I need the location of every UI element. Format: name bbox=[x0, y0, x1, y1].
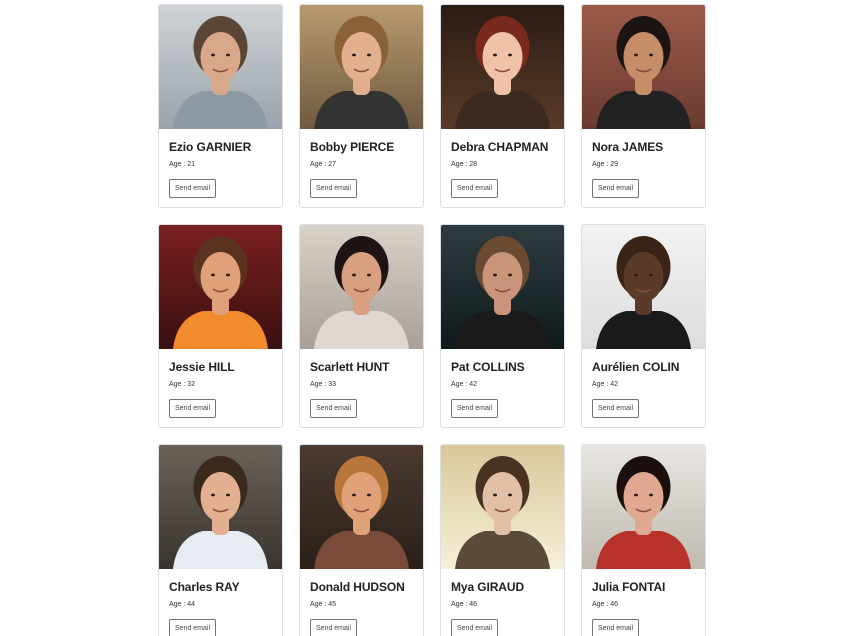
profile-photo bbox=[300, 445, 423, 569]
profile-photo-image bbox=[582, 225, 705, 349]
profile-age: Age : 44 bbox=[169, 601, 196, 608]
profile-photo bbox=[300, 225, 423, 349]
profile-name: Jessie HILL bbox=[169, 360, 235, 374]
profile-photo bbox=[159, 225, 282, 349]
profile-photo-image bbox=[582, 445, 705, 569]
profile-name: Donald HUDSON bbox=[310, 580, 405, 594]
profile-photo-image bbox=[441, 5, 564, 129]
profile-photo-image bbox=[300, 5, 423, 129]
profile-photo-image bbox=[159, 225, 282, 349]
send-email-button[interactable]: Send email bbox=[592, 179, 640, 198]
profile-card: Ezio GARNIER Age : 21 Send email bbox=[158, 4, 283, 208]
profile-photo bbox=[441, 5, 564, 129]
send-email-button[interactable]: Send email bbox=[310, 399, 358, 418]
profile-card: Pat COLLINS Age : 42 Send email bbox=[440, 224, 565, 428]
send-email-button[interactable]: Send email bbox=[169, 179, 217, 198]
profile-photo bbox=[582, 225, 705, 349]
profile-card: Donald HUDSON Age : 45 Send email bbox=[299, 444, 424, 636]
profile-card: Aurélien COLIN Age : 42 Send email bbox=[581, 224, 706, 428]
profile-name: Scarlett HUNT bbox=[310, 360, 390, 374]
profile-name: Nora JAMES bbox=[592, 140, 664, 154]
profile-age: Age : 32 bbox=[169, 381, 196, 388]
profile-age: Age : 46 bbox=[592, 601, 619, 608]
profile-name: Mya GIRAUD bbox=[451, 580, 525, 594]
profile-card: Debra CHAPMAN Age : 28 Send email bbox=[440, 4, 565, 208]
profile-age: Age : 42 bbox=[592, 381, 619, 388]
send-email-button[interactable]: Send email bbox=[169, 399, 217, 418]
profile-age: Age : 27 bbox=[310, 161, 337, 168]
profile-card: Jessie HILL Age : 32 Send email bbox=[158, 224, 283, 428]
profile-card: Julia FONTAI Age : 46 Send email bbox=[581, 444, 706, 636]
profile-photo bbox=[441, 225, 564, 349]
profile-photo bbox=[441, 445, 564, 569]
profile-photo bbox=[159, 5, 282, 129]
send-email-button[interactable]: Send email bbox=[451, 179, 499, 198]
profile-age: Age : 45 bbox=[310, 601, 337, 608]
profile-card: Bobby PIERCE Age : 27 Send email bbox=[299, 4, 424, 208]
send-email-button[interactable]: Send email bbox=[451, 619, 499, 636]
send-email-button[interactable]: Send email bbox=[310, 619, 358, 636]
profile-photo-image bbox=[300, 445, 423, 569]
send-email-button[interactable]: Send email bbox=[169, 619, 217, 636]
send-email-button[interactable]: Send email bbox=[592, 399, 640, 418]
profile-name: Aurélien COLIN bbox=[592, 360, 680, 374]
profile-name: Bobby PIERCE bbox=[310, 140, 395, 154]
profile-photo bbox=[582, 5, 705, 129]
profile-photo bbox=[159, 445, 282, 569]
profile-name: Pat COLLINS bbox=[451, 360, 525, 374]
profile-name: Julia FONTAI bbox=[592, 580, 666, 594]
profile-age: Age : 33 bbox=[310, 381, 337, 388]
profile-name: Debra CHAPMAN bbox=[451, 140, 549, 154]
profile-card: Nora JAMES Age : 29 Send email bbox=[581, 4, 706, 208]
profile-photo-image bbox=[159, 5, 282, 129]
profile-age: Age : 28 bbox=[451, 161, 478, 168]
send-email-button[interactable]: Send email bbox=[592, 619, 640, 636]
profile-grid: Ezio GARNIER Age : 21 Send email Bobby PIER… bbox=[0, 0, 842, 636]
profile-photo bbox=[582, 445, 705, 569]
profile-card: Mya GIRAUD Age : 46 Send email bbox=[440, 444, 565, 636]
profile-photo-image bbox=[300, 225, 423, 349]
profile-age: Age : 42 bbox=[451, 381, 478, 388]
profile-name: Ezio GARNIER bbox=[169, 140, 252, 154]
profile-age: Age : 21 bbox=[169, 161, 196, 168]
profile-photo-image bbox=[441, 445, 564, 569]
profile-photo bbox=[300, 5, 423, 129]
profile-card: Charles RAY Age : 44 Send email bbox=[158, 444, 283, 636]
profile-name: Charles RAY bbox=[169, 580, 240, 594]
profile-age: Age : 46 bbox=[451, 601, 478, 608]
profile-photo-image bbox=[441, 225, 564, 349]
send-email-button[interactable]: Send email bbox=[451, 399, 499, 418]
profile-card: Scarlett HUNT Age : 33 Send email bbox=[299, 224, 424, 428]
profile-photo-image bbox=[582, 5, 705, 129]
profile-photo-image bbox=[159, 445, 282, 569]
profile-age: Age : 29 bbox=[592, 161, 619, 168]
send-email-button[interactable]: Send email bbox=[310, 179, 358, 198]
